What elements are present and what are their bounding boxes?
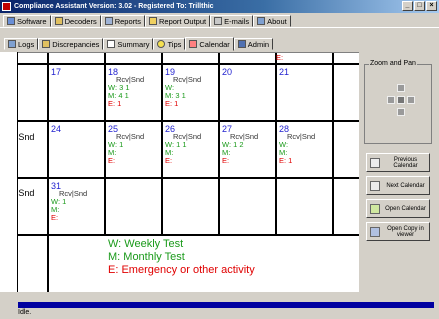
status-left-area (0, 292, 18, 319)
calendar-prev-icon (370, 157, 380, 168)
tab-summary[interactable]: Summary (103, 38, 154, 50)
tab-decoders[interactable]: Decoders (50, 15, 101, 27)
pan-left-button[interactable] (387, 96, 395, 104)
tab-about[interactable]: About (253, 15, 291, 27)
close-button[interactable]: × (426, 1, 437, 11)
report-output-icon (148, 17, 157, 25)
pan-up-button[interactable] (397, 84, 405, 92)
maximize-button[interactable]: □ (414, 1, 425, 11)
grid-line (275, 53, 277, 235)
minimize-button[interactable]: _ (402, 1, 413, 11)
main-tab-row: Software Decoders Reports Report Output … (3, 14, 291, 27)
previous-calendar-button[interactable]: Previous Calendar (366, 153, 430, 172)
tab-report-output[interactable]: Report Output (144, 15, 211, 27)
emergency-count: E: (108, 156, 116, 165)
tab-discrepancies[interactable]: Discrepancies (38, 38, 104, 50)
legend-weekly: W: Weekly Test (108, 238, 184, 250)
grid-line (18, 63, 359, 65)
progress-bar (18, 302, 434, 308)
open-calendar-icon (370, 203, 380, 214)
open-calendar-button[interactable]: Open Calendar (366, 199, 430, 218)
legend-monthly: M: Monthly Test (108, 251, 185, 263)
tab-calendar[interactable]: Calendar (185, 37, 234, 51)
tab-logs[interactable]: Logs (4, 38, 39, 50)
grid-line (161, 53, 163, 235)
day-number: 17 (51, 67, 62, 77)
zoom-pan-pad (385, 82, 417, 122)
lightbulb-icon (157, 40, 166, 48)
logs-icon (8, 40, 16, 48)
emergency-count: E: 1 (108, 99, 122, 108)
discrepancies-icon (42, 40, 51, 48)
zoom-pan-group: Zoom and Pan (364, 60, 432, 144)
calendar-next-icon (370, 180, 380, 191)
rcv-snd-header: Rcv|Snd (173, 75, 202, 84)
partial-cell-text: |Snd (18, 188, 35, 198)
day-number: 24 (51, 124, 62, 134)
grid-line (332, 53, 334, 235)
admin-icon (237, 40, 246, 48)
reports-icon (104, 17, 113, 25)
next-calendar-button[interactable]: Next Calendar (366, 176, 430, 195)
zoom-magnifier-icon[interactable] (397, 96, 405, 104)
open-copy-viewer-button[interactable]: Open Copy in viewer (366, 222, 430, 241)
grid-line (18, 234, 359, 236)
about-icon (257, 17, 266, 25)
emergency-count: E: 1 (279, 156, 293, 165)
calendar-icon (189, 40, 198, 48)
grid-line (47, 234, 49, 292)
tab-software[interactable]: Software (3, 15, 51, 27)
tab-emails[interactable]: E-mails (210, 15, 254, 27)
title-bar: Compliance Assistant Version: 3.02 - Reg… (0, 0, 439, 13)
software-icon (7, 17, 15, 25)
summary-icon (107, 40, 116, 48)
emails-icon (214, 17, 223, 25)
zoom-pan-label: Zoom and Pan (369, 60, 417, 67)
calendar-legend: W: Weekly Test M: Monthly Test E: Emerge… (108, 238, 255, 277)
emergency-count: E: (165, 156, 173, 165)
tab-reports[interactable]: Reports (100, 15, 145, 27)
partial-cell-text: E: (276, 53, 284, 62)
app-window: Compliance Assistant Version: 3.02 - Reg… (0, 0, 439, 319)
legend-emergency: E: Emergency or other activity (108, 264, 255, 276)
day-number: 21 (279, 67, 290, 77)
status-text: Idle. (18, 309, 32, 316)
day-number: 20 (222, 67, 233, 77)
emergency-count: E: (222, 156, 230, 165)
pan-right-button[interactable] (407, 96, 415, 104)
grid-line (218, 53, 220, 235)
grid-line (47, 53, 49, 235)
sub-tab-row: Logs Discrepancies Summary Tips Calendar… (4, 37, 274, 51)
decoders-icon (54, 17, 63, 25)
pan-down-button[interactable] (397, 108, 405, 116)
viewer-icon (370, 226, 380, 237)
emergency-count: E: (51, 213, 59, 222)
calendar-view[interactable]: E: |Snd |Snd 17 18 Rcv|Snd W: 3 1 M: 4 1… (18, 52, 359, 292)
window-title: Compliance Assistant Version: 3.02 - Reg… (14, 3, 214, 10)
rcv-snd-header: Rcv|Snd (287, 132, 316, 141)
partial-cell-text: |Snd (18, 132, 35, 142)
tab-tips[interactable]: Tips (153, 38, 186, 50)
tab-divider (0, 27, 439, 28)
tab-admin[interactable]: Admin (233, 38, 274, 50)
grid-line (18, 120, 359, 122)
grid-line (104, 53, 106, 235)
emergency-count: E: 1 (165, 99, 179, 108)
grid-line (18, 177, 359, 179)
calendar-left-strip (0, 52, 18, 292)
app-icon (2, 2, 11, 11)
